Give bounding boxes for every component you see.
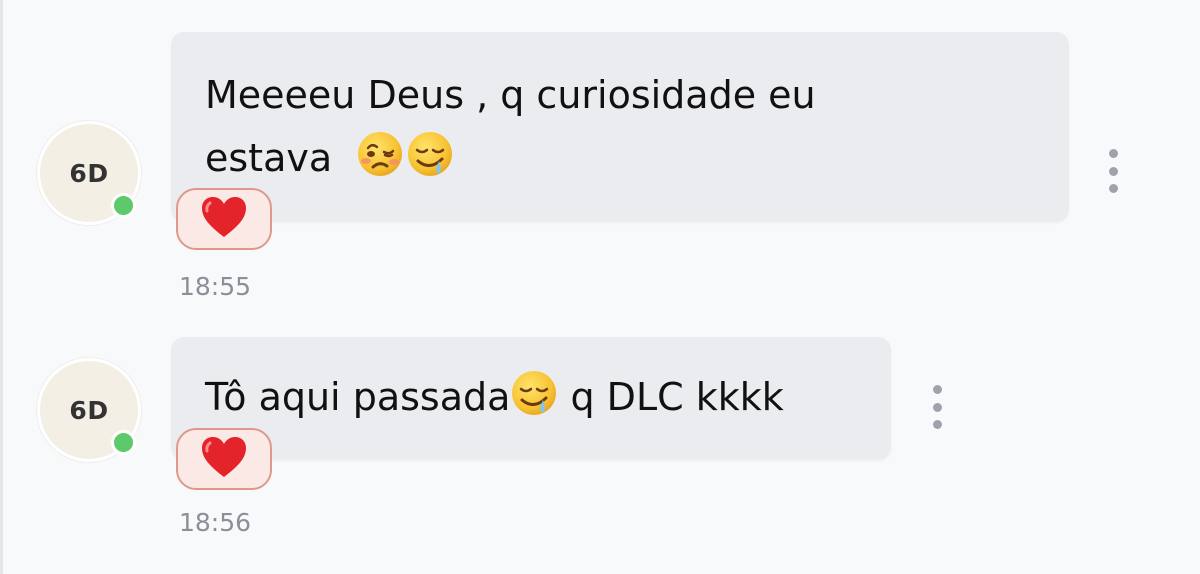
message-options-button[interactable] [925,385,949,429]
avatar-initials: 6D [69,395,109,425]
more-options-icon [1108,149,1118,158]
drooling-face-icon [510,369,558,436]
online-status-dot [111,430,136,455]
drooling-face-icon [406,130,454,197]
avatar-initials: 6D [69,158,109,188]
more-options-icon [932,385,942,394]
message-options-button[interactable] [1101,149,1125,193]
message-bubble[interactable]: Meeeeu Deus , q curiosidade eu estava [171,32,1069,221]
message-timestamp: 18:55 [179,272,252,301]
message-bubble[interactable]: Tô aqui passada q DLC kkkk [171,337,891,459]
online-status-dot [111,193,136,218]
message-timestamp: 18:56 [179,508,252,537]
red-heart-icon [200,195,248,244]
message-text: estava [205,127,1069,197]
message-text: Meeeeu Deus , q curiosidade eu [205,73,816,117]
reaction-badge[interactable] [176,428,272,490]
reaction-badge[interactable] [176,188,272,250]
woozy-face-icon [356,130,404,197]
left-divider [0,0,3,574]
red-heart-icon [200,435,248,484]
message-text: Tô aqui passada q DLC kkkk [205,366,891,436]
